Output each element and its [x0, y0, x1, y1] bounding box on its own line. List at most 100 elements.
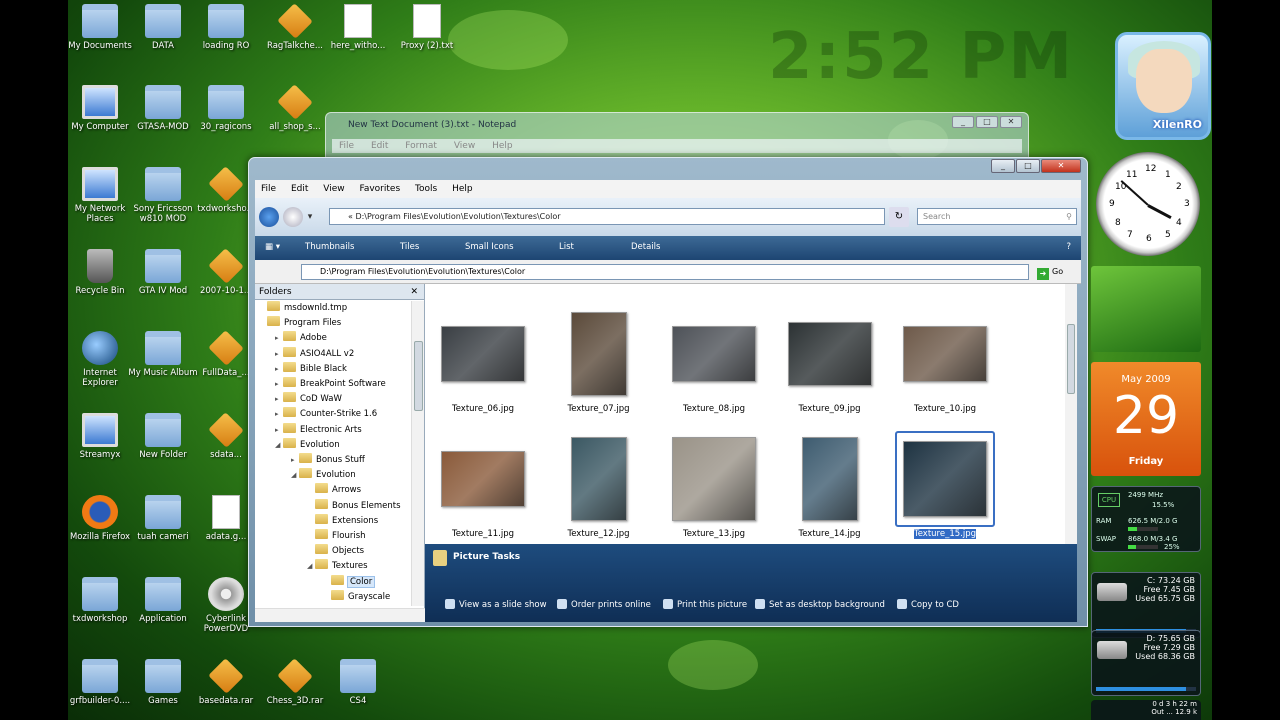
copy-to-cd-task[interactable]: Copy to CD — [897, 599, 959, 610]
desktop-icon-sony-ericsson-w810-mod[interactable]: Sony Ericsson w810 MOD — [128, 167, 198, 224]
desktop-icon-basedata-rar[interactable]: basedata.rar — [191, 658, 261, 706]
avatar-gadget[interactable]: XilenRO — [1115, 32, 1211, 140]
expand-icon[interactable]: ▸ — [275, 347, 283, 361]
drive-c-gadget[interactable]: C: 73.24 GB Free 7.45 GB Used 65.75 GB — [1091, 572, 1201, 638]
notepad-menu-format[interactable]: Format — [405, 141, 437, 151]
folder-scrollbar[interactable] — [411, 301, 424, 606]
thumbnail-item[interactable]: Texture_15.jpg — [895, 431, 995, 540]
slideshow-gadget[interactable] — [1091, 266, 1201, 352]
folder-tree-item[interactable]: ◢ Evolution — [291, 468, 356, 482]
desktop-icon-my-music-album[interactable]: My Music Album — [128, 331, 198, 378]
scroll-thumb[interactable] — [1067, 324, 1075, 394]
expand-icon[interactable]: ▸ — [275, 331, 283, 345]
calendar-gadget[interactable]: May 2009 29 Friday — [1091, 362, 1201, 476]
desktop-icon-all-shop-s[interactable]: all_shop_s... — [260, 84, 330, 132]
desktop-icon-tuah-cameri[interactable]: tuah cameri — [128, 495, 198, 542]
close-icon[interactable]: ✕ — [1041, 159, 1081, 173]
view-small-icons-button[interactable]: Small Icons — [465, 242, 514, 252]
folder-tree-item[interactable]: Bonus Elements — [307, 498, 401, 513]
desktop-icon-my-network-places[interactable]: My Network Places — [68, 167, 135, 224]
menu-favorites[interactable]: Favorites — [359, 184, 400, 194]
folder-tree-item[interactable]: ▸ Electronic Arts — [275, 422, 362, 437]
folder-tree-item[interactable]: ▸ CoD WaW — [275, 392, 342, 406]
desktop-icon-application[interactable]: Application — [128, 577, 198, 624]
minimize-icon[interactable]: _ — [991, 159, 1015, 173]
uptime-gadget[interactable]: 0 d 3 h 22 m Out ... 12.9 k — [1091, 700, 1201, 720]
go-button[interactable]: ➜ Go — [1037, 264, 1075, 280]
order-prints-task[interactable]: Order prints online — [557, 599, 651, 610]
thumbnail-item[interactable]: Texture_14.jpg — [780, 431, 880, 539]
desktop-icon-proxy-2-txt[interactable]: Proxy (2).txt — [392, 4, 462, 51]
folder-tree-item[interactable]: Grayscale — [323, 589, 390, 604]
print-task[interactable]: Print this picture — [663, 599, 747, 610]
maximize-icon[interactable]: □ — [1016, 159, 1040, 173]
folder-tree-item[interactable]: ◢ Evolution — [275, 437, 340, 452]
folder-tree-item[interactable]: Program Files — [259, 316, 341, 330]
content-scrollbar[interactable] — [1065, 284, 1077, 544]
folder-tree-item[interactable]: ▸ BreakPoint Software — [275, 377, 386, 391]
menu-file[interactable]: File — [261, 184, 276, 194]
expand-icon[interactable]: ▸ — [275, 392, 283, 406]
address-bar[interactable]: « D:\Program Files\Evolution\Evolution\T… — [329, 208, 885, 225]
scroll-thumb[interactable] — [414, 341, 423, 411]
system-monitor-gadget[interactable]: CPU 2499 MHz 15.5% RAM 626.5 M/2.0 G SWA… — [1091, 486, 1201, 552]
search-input[interactable]: Search ⚲ — [917, 208, 1077, 225]
view-thumbnails-button[interactable]: Thumbnails — [305, 242, 354, 252]
back-icon[interactable] — [259, 207, 279, 227]
minimize-icon[interactable]: _ — [952, 116, 974, 128]
folder-tree-item[interactable]: ▸ Bible Black — [275, 361, 347, 376]
expand-icon[interactable]: ◢ — [307, 559, 315, 573]
folder-hscrollbar[interactable] — [255, 608, 425, 622]
thumbnail-item[interactable]: Texture_07.jpg — [549, 306, 649, 414]
folder-tree-item[interactable]: Objects — [307, 544, 364, 558]
desktop-icon-my-computer[interactable]: My Computer — [68, 85, 135, 132]
menu-edit[interactable]: Edit — [291, 184, 308, 194]
recent-pages-icon[interactable]: ▾ — [305, 207, 315, 227]
desktop-icon-grfbuilder-0[interactable]: grfbuilder-0.... — [68, 659, 135, 706]
folder-tree-item[interactable]: ▸ Adobe — [275, 331, 327, 345]
notepad-menu-help[interactable]: Help — [492, 141, 513, 151]
forward-icon[interactable] — [283, 207, 303, 227]
desktop-icon-cs4[interactable]: CS4 — [323, 659, 393, 706]
desktop-icon-gta-iv-mod[interactable]: GTA IV Mod — [128, 249, 198, 296]
set-background-task[interactable]: Set as desktop background — [755, 599, 885, 610]
address-input[interactable]: D:\Program Files\Evolution\Evolution\Tex… — [301, 264, 1029, 280]
drive-d-gadget[interactable]: D: 75.65 GB Free 7.29 GB Used 68.36 GB — [1091, 630, 1201, 696]
analog-clock-gadget[interactable]: 12 3 6 9 11 1 2 4 5 7 8 10 — [1096, 152, 1200, 256]
notepad-menu-view[interactable]: View — [454, 141, 475, 151]
desktop-icon-data[interactable]: DATA — [128, 4, 198, 51]
folder-tree-item[interactable]: msdownld.tmp — [259, 301, 347, 315]
expand-icon[interactable]: ▸ — [275, 423, 283, 437]
thumbnail-item[interactable]: Texture_08.jpg — [664, 306, 764, 414]
view-details-button[interactable]: Details — [631, 242, 660, 252]
folder-tree-item[interactable]: Color — [323, 574, 376, 589]
desktop-icon-games[interactable]: Games — [128, 659, 198, 706]
expand-icon[interactable]: ▸ — [291, 453, 299, 467]
view-list-button[interactable]: List — [559, 242, 574, 252]
desktop-icon-gtasa-mod[interactable]: GTASA-MOD — [128, 85, 198, 132]
thumbnail-item[interactable]: Texture_10.jpg — [895, 306, 995, 414]
folder-tree-item[interactable]: Arrows — [307, 483, 361, 497]
thumbnail-item[interactable]: Texture_12.jpg — [549, 431, 649, 539]
folder-tree-item[interactable]: ▸ Bonus Stuff — [291, 453, 365, 467]
folder-tree-item[interactable]: ▸ Counter-Strike 1.6 — [275, 407, 377, 421]
expand-icon[interactable]: ▸ — [275, 407, 283, 421]
menu-tools[interactable]: Tools — [415, 184, 437, 194]
slideshow-task[interactable]: View as a slide show — [445, 599, 547, 610]
folder-tree-item[interactable]: ▸ ASIO4ALL v2 — [275, 346, 354, 361]
view-tiles-button[interactable]: Tiles — [400, 242, 419, 252]
thumbnail-item[interactable]: Texture_11.jpg — [433, 431, 533, 539]
menu-view[interactable]: View — [323, 184, 344, 194]
desktop-icon-mozilla-firefox[interactable]: Mozilla Firefox — [68, 495, 135, 542]
refresh-icon[interactable]: ↻ — [889, 207, 909, 227]
close-icon[interactable]: ✕ — [1000, 116, 1022, 128]
desktop-icon-internet-explorer[interactable]: Internet Explorer — [68, 331, 135, 388]
folder-tree-item[interactable]: ◢ Textures — [307, 559, 368, 573]
expand-icon[interactable]: ◢ — [291, 468, 299, 482]
desktop-icon-streamyx[interactable]: Streamyx — [68, 413, 135, 460]
expand-icon[interactable]: ◢ — [275, 438, 283, 452]
desktop-icon-here-witho[interactable]: here_witho... — [323, 4, 393, 51]
desktop-icon-my-documents[interactable]: My Documents — [68, 4, 135, 51]
explorer-window[interactable]: _ □ ✕ File Edit View Favorites Tools Hel… — [248, 157, 1088, 627]
notepad-menu-file[interactable]: File — [339, 141, 354, 151]
